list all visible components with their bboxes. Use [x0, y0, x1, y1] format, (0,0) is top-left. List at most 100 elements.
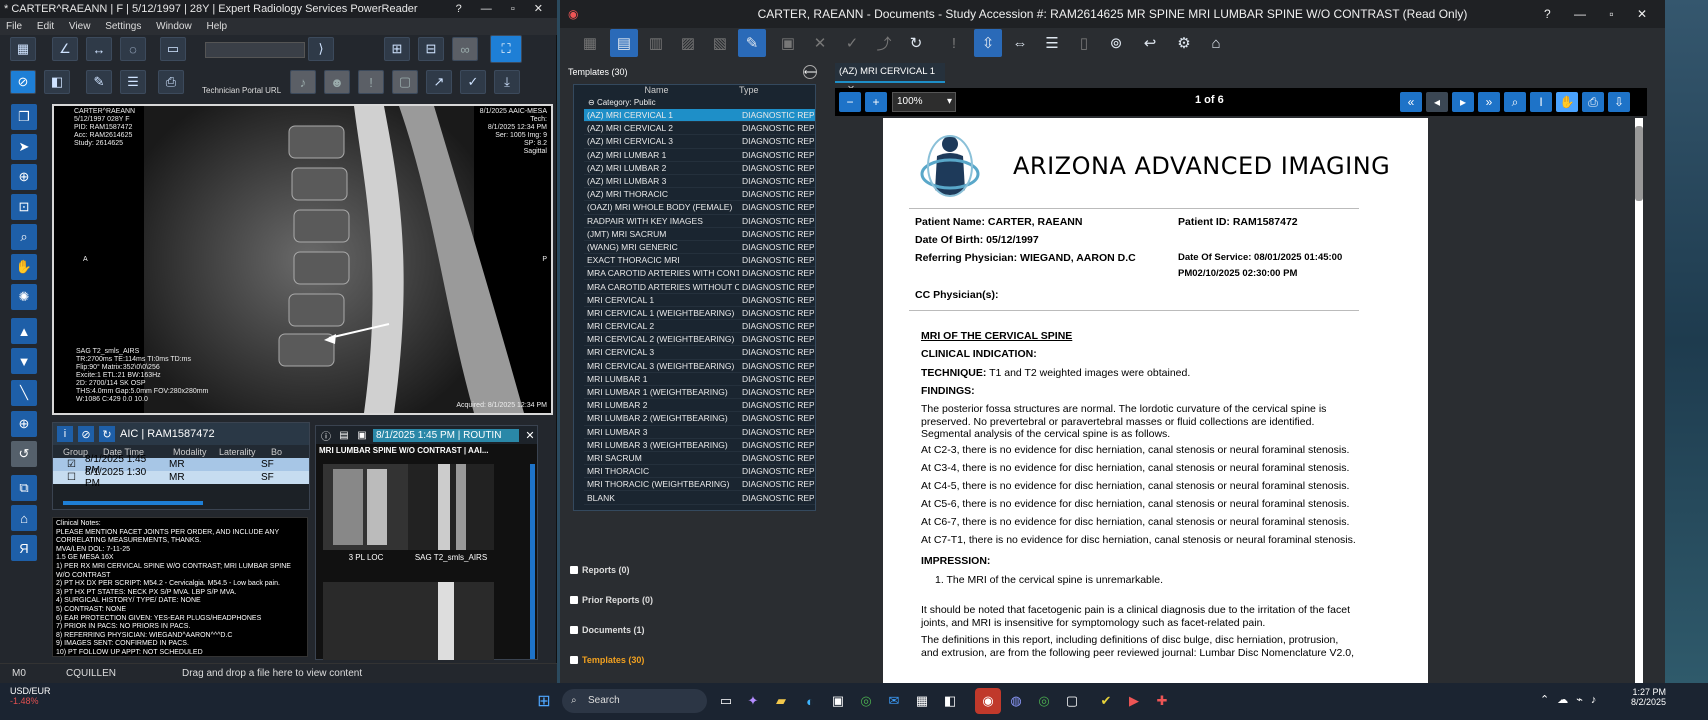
probe-icon[interactable]: ╲: [11, 380, 37, 406]
lasso-icon[interactable]: ◌: [120, 37, 146, 61]
app-icon[interactable]: ✔: [1093, 688, 1119, 714]
template-row[interactable]: MRI THORACIC (WEIGHTBEARING) DIAGNOSTIC R…: [584, 478, 815, 492]
split-vertical-icon[interactable]: ⇳: [974, 29, 1002, 57]
folder-icon[interactable]: ▢: [392, 70, 418, 94]
edge-icon[interactable]: ◐: [797, 688, 823, 714]
delete-icon[interactable]: ✕: [806, 29, 834, 57]
share-icon[interactable]: ⤴: [870, 29, 898, 57]
technician-portal-link[interactable]: Technician Portal URL: [202, 86, 281, 95]
template-row[interactable]: MRI LUMBAR 3 DIAGNOSTIC REP...: [584, 426, 815, 439]
image-viewport[interactable]: CARTER^RAEANN 5/12/1997 028Y F PID: RAM1…: [52, 104, 553, 415]
pan-icon[interactable]: ✋: [11, 254, 37, 280]
layout-icon[interactable]: ▦: [10, 37, 36, 61]
save-icon[interactable]: ▣: [774, 29, 802, 57]
series-scrollbar[interactable]: [530, 464, 535, 659]
template-row[interactable]: MRI CERVICAL 1 DIAGNOSTIC REP...: [584, 294, 815, 307]
ruler-icon[interactable]: ↔: [86, 37, 112, 61]
template-row[interactable]: (AZ) MRI THORACIC DIAGNOSTIC REP...: [584, 188, 815, 202]
share-icon[interactable]: ↗: [426, 70, 452, 94]
powerreader-icon[interactable]: ◉: [975, 688, 1001, 714]
app-icon[interactable]: ◍: [1003, 688, 1029, 714]
zoom-in-icon[interactable]: +: [865, 92, 887, 112]
pdf-scrollbar[interactable]: [1635, 118, 1643, 683]
horizontal-scrollbar[interactable]: [63, 501, 203, 505]
template-row[interactable]: MRA CAROTID ARTERIES WITH CONTRA...DIAGN…: [584, 267, 815, 281]
notes-icon[interactable]: ▥: [642, 29, 670, 57]
document-tab[interactable]: (AZ) MRI CERVICAL 1 ✕: [835, 63, 945, 95]
pdf-scroll-thumb[interactable]: [1635, 126, 1643, 201]
windows-start-icon[interactable]: ⊞: [531, 688, 557, 714]
users-icon[interactable]: ☻: [324, 70, 350, 94]
template-row[interactable]: MRI CERVICAL 3 (WEIGHTBEARING) DIAGNOSTIC…: [584, 360, 815, 373]
col-body[interactable]: Bo: [271, 447, 291, 457]
hanging-icon[interactable]: ⌂: [11, 505, 37, 531]
crosshair-icon[interactable]: ⊕: [11, 411, 37, 437]
next-page-icon[interactable]: ▸: [1452, 92, 1474, 112]
template-row[interactable]: BLANK DIAGNOSTIC REP...: [584, 491, 815, 505]
app-icon[interactable]: ✚: [1149, 688, 1175, 714]
last-page-icon[interactable]: »: [1478, 92, 1500, 112]
refresh-icon[interactable]: ↻: [99, 426, 115, 442]
copilot-icon[interactable]: ✦: [740, 688, 766, 714]
folder-open-icon[interactable]: ▧: [706, 29, 734, 57]
templates-section[interactable]: Templates (30): [566, 650, 816, 670]
thumbnail[interactable]: [408, 464, 494, 550]
file-explorer-icon[interactable]: ▰: [768, 688, 794, 714]
template-row[interactable]: (AZ) MRI CERVICAL 3 DIAGNOSTIC REP...: [584, 135, 815, 149]
hand-icon[interactable]: ✋: [1556, 92, 1578, 112]
person-icon[interactable]: i: [57, 426, 73, 442]
preset-dropdown[interactable]: [205, 42, 305, 58]
calculator-icon[interactable]: ▦: [909, 688, 935, 714]
grid-icon[interactable]: ⊞: [384, 37, 410, 61]
clock[interactable]: 1:27 PM 8/2/2025: [1606, 687, 1666, 707]
gear-icon[interactable]: ⚙: [1170, 29, 1198, 57]
bracket-icon[interactable]: ⟩: [308, 37, 334, 61]
template-row[interactable]: MRI LUMBAR 2 (WEIGHTBEARING) DIAGNOSTIC R…: [584, 412, 815, 426]
info-icon[interactable]: ⓘ: [319, 428, 333, 443]
menu-edit[interactable]: Edit: [37, 21, 54, 32]
text-select-icon[interactable]: I: [1530, 92, 1552, 112]
alert-icon[interactable]: !: [358, 70, 384, 94]
back-icon[interactable]: ↩: [1136, 29, 1164, 57]
print-icon[interactable]: ⎙: [1582, 92, 1604, 112]
thumbnail[interactable]: [408, 582, 494, 660]
template-row[interactable]: MRI LUMBAR 1 DIAGNOSTIC REP...: [584, 373, 815, 386]
stack-icon[interactable]: ▨: [674, 29, 702, 57]
documents-section[interactable]: Documents (1): [566, 620, 816, 640]
prior-reports-section[interactable]: Prior Reports (0): [566, 590, 816, 610]
angle-icon[interactable]: ∠: [52, 37, 78, 61]
template-row[interactable]: (AZ) MRI LUMBAR 3 DIAGNOSTIC REP...: [584, 175, 815, 189]
new-icon[interactable]: ▦: [576, 29, 604, 57]
zoom-out-icon[interactable]: −: [839, 92, 861, 112]
col-modality[interactable]: Modality: [173, 447, 219, 457]
window-level-icon[interactable]: ▭: [160, 37, 186, 61]
expand-icon[interactable]: ⊖: [588, 98, 597, 107]
sign-icon[interactable]: ✓: [460, 70, 486, 94]
chrome-icon[interactable]: ◎: [1031, 688, 1057, 714]
down-icon[interactable]: ▼: [11, 348, 37, 374]
chrome-icon[interactable]: ◎: [853, 688, 879, 714]
menu-help[interactable]: Help: [206, 21, 227, 32]
key-image-icon[interactable]: ⧉: [11, 475, 37, 501]
checkbox[interactable]: ☑: [53, 459, 76, 470]
zoom-icon[interactable]: ⊕: [11, 164, 37, 190]
col-name[interactable]: Name: [574, 85, 739, 97]
doc-icon[interactable]: ▤: [337, 428, 351, 442]
pen-icon[interactable]: ✎: [86, 70, 112, 94]
menu-file[interactable]: File: [6, 21, 22, 32]
columns-icon[interactable]: ▯: [1070, 29, 1098, 57]
edit-icon[interactable]: ✎: [738, 29, 766, 57]
template-row[interactable]: (AZ) MRI LUMBAR 2 DIAGNOSTIC REP...: [584, 162, 815, 175]
first-page-icon[interactable]: «: [1400, 92, 1422, 112]
up-icon[interactable]: ▲: [11, 318, 37, 344]
table-row[interactable]: ☐ 8/1/2025 1:30 PM MR SF: [53, 467, 309, 489]
series-tab[interactable]: 8/1/2025 1:45 PM | ROUTIN: [373, 428, 519, 442]
filter-icon[interactable]: ⊘: [78, 426, 94, 442]
outlook-icon[interactable]: ✉: [881, 688, 907, 714]
template-row[interactable]: MRI LUMBAR 2 DIAGNOSTIC REP...: [584, 399, 815, 413]
tile-icon[interactable]: ⊟: [418, 37, 444, 61]
template-row[interactable]: MRI SACRUM DIAGNOSTIC REP...: [584, 452, 815, 466]
category-row[interactable]: ⊖ Category: Public: [574, 97, 815, 109]
bell-icon[interactable]: ♪: [290, 70, 316, 94]
rows-icon[interactable]: ☰: [1038, 29, 1066, 57]
